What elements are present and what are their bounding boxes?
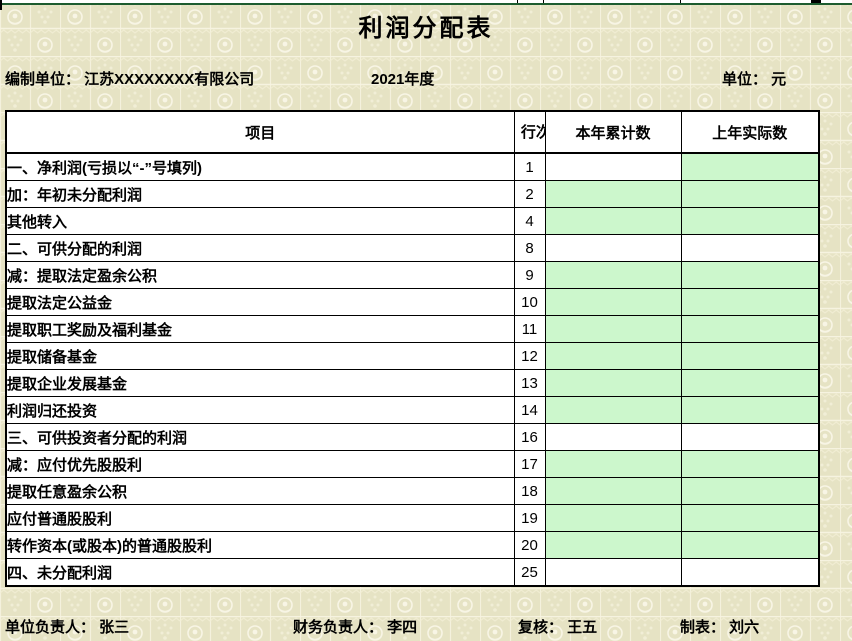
item-cell: 一、净利润(亏损以“-”号填列) bbox=[6, 153, 514, 181]
item-cell: 四、未分配利润 bbox=[6, 559, 514, 587]
reviewer-text: 复核： 王五 bbox=[518, 616, 597, 637]
table-row: 提取法定公益金10 bbox=[6, 289, 819, 316]
line-number-cell: 14 bbox=[514, 397, 545, 424]
prior-year-value-cell[interactable] bbox=[681, 397, 819, 424]
prior-year-value-cell[interactable] bbox=[681, 370, 819, 397]
item-cell: 转作资本(或股本)的普通股股利 bbox=[6, 532, 514, 559]
table-row: 四、未分配利润25 bbox=[6, 559, 819, 587]
table-row: 提取职工奖励及福利基金11 bbox=[6, 316, 819, 343]
table-row: 转作资本(或股本)的普通股股利20 bbox=[6, 532, 819, 559]
current-year-value-cell[interactable] bbox=[545, 397, 681, 424]
line-number-cell: 11 bbox=[514, 316, 545, 343]
prior-year-value-cell[interactable] bbox=[681, 424, 819, 451]
header-line-no: 行次 bbox=[514, 111, 545, 153]
table-header-row: 项目 行次 本年累计数 上年实际数 bbox=[6, 111, 819, 153]
table-row: 提取储备基金12 bbox=[6, 343, 819, 370]
line-number-cell: 12 bbox=[514, 343, 545, 370]
current-year-value-cell[interactable] bbox=[545, 343, 681, 370]
table-row: 提取任意盈余公积18 bbox=[6, 478, 819, 505]
page-title: 利润分配表 bbox=[0, 8, 852, 43]
prior-year-value-cell[interactable] bbox=[681, 181, 819, 208]
table-row: 加：年初未分配利润2 bbox=[6, 181, 819, 208]
line-number-cell: 25 bbox=[514, 559, 545, 587]
item-cell: 应付普通股股利 bbox=[6, 505, 514, 532]
prior-year-value-cell[interactable] bbox=[681, 532, 819, 559]
line-number-cell: 17 bbox=[514, 451, 545, 478]
current-year-value-cell[interactable] bbox=[545, 262, 681, 289]
header-item: 项目 bbox=[6, 111, 514, 153]
current-year-value-cell[interactable] bbox=[545, 370, 681, 397]
prior-year-value-cell[interactable] bbox=[681, 208, 819, 235]
current-year-value-cell[interactable] bbox=[545, 289, 681, 316]
prior-year-value-cell[interactable] bbox=[681, 478, 819, 505]
prior-year-value-cell[interactable] bbox=[681, 289, 819, 316]
prior-year-value-cell[interactable] bbox=[681, 153, 819, 181]
current-year-value-cell[interactable] bbox=[545, 532, 681, 559]
sheet-divider-line bbox=[0, 3, 852, 5]
info-row: 编制单位： 江苏XXXXXXXX有限公司 2021年度 单位： 元 bbox=[0, 68, 852, 92]
table-row: 减：提取法定盈余公积9 bbox=[6, 262, 819, 289]
prior-year-value-cell[interactable] bbox=[681, 235, 819, 262]
fiscal-year-text: 2021年度 bbox=[371, 68, 434, 89]
prior-year-value-cell[interactable] bbox=[681, 343, 819, 370]
header-current-year: 本年累计数 bbox=[545, 111, 681, 153]
line-number-cell: 13 bbox=[514, 370, 545, 397]
current-year-value-cell[interactable] bbox=[545, 478, 681, 505]
table-row: 一、净利润(亏损以“-”号填列)1 bbox=[6, 153, 819, 181]
table-row: 二、可供分配的利润8 bbox=[6, 235, 819, 262]
current-year-value-cell[interactable] bbox=[545, 181, 681, 208]
line-number-cell: 9 bbox=[514, 262, 545, 289]
profit-distribution-table: 项目 行次 本年累计数 上年实际数 一、净利润(亏损以“-”号填列)1加：年初未… bbox=[5, 110, 820, 587]
line-number-cell: 19 bbox=[514, 505, 545, 532]
current-year-value-cell[interactable] bbox=[545, 559, 681, 587]
item-cell: 提取法定公益金 bbox=[6, 289, 514, 316]
current-year-value-cell[interactable] bbox=[545, 424, 681, 451]
line-number-cell: 10 bbox=[514, 289, 545, 316]
finance-responsible-text: 财务负责人： 李四 bbox=[293, 616, 417, 637]
table-row: 三、可供投资者分配的利润16 bbox=[6, 424, 819, 451]
current-year-value-cell[interactable] bbox=[545, 316, 681, 343]
item-cell: 提取企业发展基金 bbox=[6, 370, 514, 397]
header-prior-year: 上年实际数 bbox=[681, 111, 819, 153]
item-cell: 其他转入 bbox=[6, 208, 514, 235]
prior-year-value-cell[interactable] bbox=[681, 262, 819, 289]
table-row: 利润归还投资14 bbox=[6, 397, 819, 424]
table-row: 减：应付优先股股利17 bbox=[6, 451, 819, 478]
item-cell: 提取任意盈余公积 bbox=[6, 478, 514, 505]
prior-year-value-cell[interactable] bbox=[681, 451, 819, 478]
current-year-value-cell[interactable] bbox=[545, 235, 681, 262]
table-row: 提取企业发展基金13 bbox=[6, 370, 819, 397]
line-number-cell: 20 bbox=[514, 532, 545, 559]
current-year-value-cell[interactable] bbox=[545, 153, 681, 181]
line-number-cell: 16 bbox=[514, 424, 545, 451]
line-number-cell: 8 bbox=[514, 235, 545, 262]
table-row: 其他转入4 bbox=[6, 208, 819, 235]
item-cell: 减：提取法定盈余公积 bbox=[6, 262, 514, 289]
item-cell: 提取储备基金 bbox=[6, 343, 514, 370]
unit-text: 单位： 元 bbox=[722, 68, 786, 89]
line-number-cell: 4 bbox=[514, 208, 545, 235]
current-year-value-cell[interactable] bbox=[545, 208, 681, 235]
unit-responsible-text: 单位负责人： 张三 bbox=[5, 616, 129, 637]
signature-row: 单位负责人： 张三 财务负责人： 李四 复核： 王五 制表： 刘六 bbox=[0, 616, 852, 638]
preparer-text: 制表： 刘六 bbox=[680, 616, 759, 637]
item-cell: 减：应付优先股股利 bbox=[6, 451, 514, 478]
prior-year-value-cell[interactable] bbox=[681, 559, 819, 587]
prepared-by-text: 编制单位： 江苏XXXXXXXX有限公司 bbox=[5, 68, 254, 89]
item-cell: 加：年初未分配利润 bbox=[6, 181, 514, 208]
line-number-cell: 18 bbox=[514, 478, 545, 505]
item-cell: 利润归还投资 bbox=[6, 397, 514, 424]
current-year-value-cell[interactable] bbox=[545, 505, 681, 532]
current-year-value-cell[interactable] bbox=[545, 451, 681, 478]
item-cell: 提取职工奖励及福利基金 bbox=[6, 316, 514, 343]
item-cell: 二、可供分配的利润 bbox=[6, 235, 514, 262]
prior-year-value-cell[interactable] bbox=[681, 316, 819, 343]
item-cell: 三、可供投资者分配的利润 bbox=[6, 424, 514, 451]
line-number-cell: 1 bbox=[514, 153, 545, 181]
table-row: 应付普通股股利19 bbox=[6, 505, 819, 532]
prior-year-value-cell[interactable] bbox=[681, 505, 819, 532]
line-number-cell: 2 bbox=[514, 181, 545, 208]
